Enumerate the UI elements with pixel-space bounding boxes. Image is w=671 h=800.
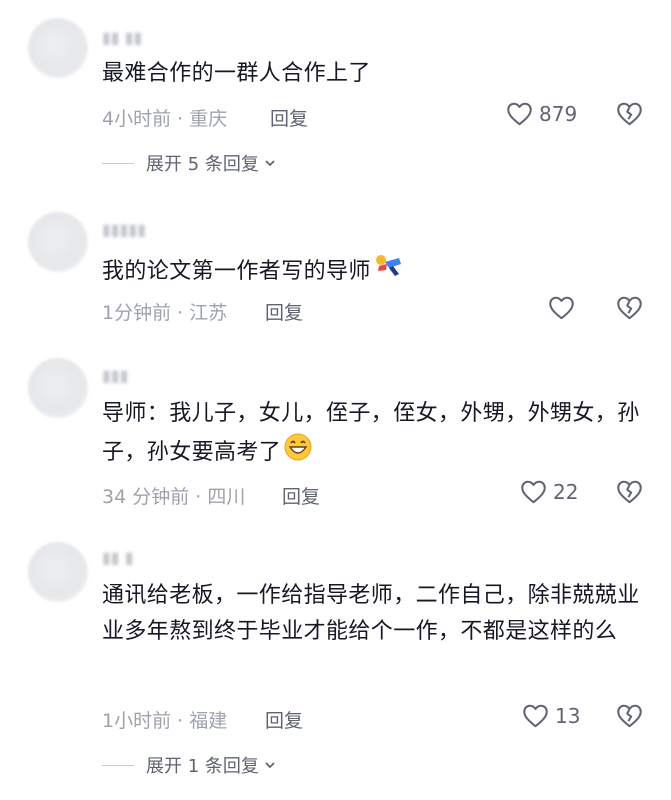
chevron-down-icon xyxy=(265,762,275,769)
comment-item: ▮▮ ▮ 通讯给老板，一作给指导老师，二作自己，除非兢兢业业多年熬到终于毕业才能… xyxy=(0,0,671,800)
like-button[interactable]: 13 xyxy=(522,703,580,728)
expand-label: 展开 1 条回复 xyxy=(146,756,259,777)
comment-meta: 1小时前 · 福建 xyxy=(102,710,228,732)
expand-replies-button[interactable]: 展开 1 条回复 xyxy=(102,752,277,778)
reply-button[interactable]: 回复 xyxy=(265,706,303,733)
broken-heart-icon xyxy=(617,704,642,728)
like-count: 13 xyxy=(555,703,581,728)
divider-line xyxy=(102,764,134,766)
dislike-button[interactable] xyxy=(616,703,643,732)
comment-text: 通讯给老板，一作给指导老师，二作自己，除非兢兢业业多年熬到终于毕业才能给个一作，… xyxy=(102,583,640,644)
avatar[interactable] xyxy=(28,542,88,602)
username[interactable]: ▮▮ ▮ xyxy=(102,548,134,567)
heart-icon xyxy=(523,704,548,728)
